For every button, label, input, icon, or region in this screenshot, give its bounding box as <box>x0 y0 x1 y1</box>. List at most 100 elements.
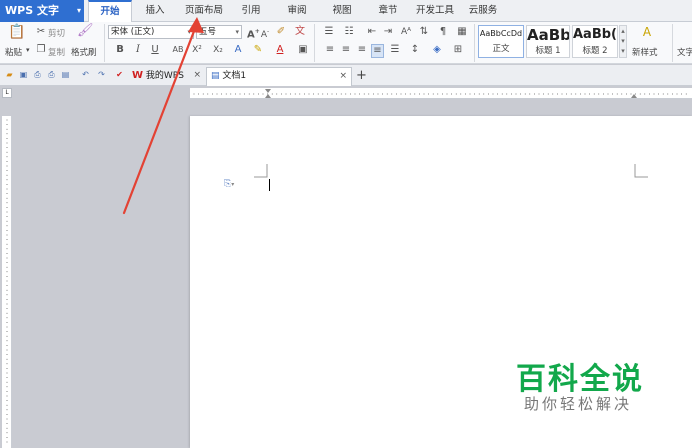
check-icon[interactable]: ✔ <box>114 69 125 80</box>
new-style-button[interactable]: 新样式 <box>632 46 658 58</box>
crop-mark-top-right <box>634 164 648 178</box>
app-menu-button[interactable]: WPS 文字 ▾ <box>0 0 84 22</box>
watermark-subtitle: 助你轻松解决 <box>524 395 633 413</box>
paste-icon[interactable]: 📋 <box>8 25 26 42</box>
underline-icon[interactable]: U <box>150 44 160 56</box>
tab-view[interactable]: 视图 <box>327 0 357 22</box>
export-pdf-icon[interactable]: ▤ <box>60 69 71 80</box>
vertical-ruler[interactable] <box>2 116 12 448</box>
close-icon[interactable]: × <box>339 68 347 85</box>
tab-cloud[interactable]: 云服务 <box>464 0 502 22</box>
chevron-down-icon: ▾ <box>187 28 191 36</box>
style-name: 正文 <box>492 44 510 54</box>
tab-insert[interactable]: 插入 <box>138 0 172 22</box>
highlight-icon[interactable]: ✎ <box>252 44 264 56</box>
style-heading-2[interactable]: AaBb( 标题 2 <box>572 25 618 58</box>
style-name: 标题 1 <box>535 46 561 56</box>
character-border-icon[interactable]: ▣ <box>297 44 309 56</box>
print-icon[interactable]: ⎙ <box>46 69 57 80</box>
undo-icon[interactable]: ↶ <box>80 69 91 80</box>
wps-logo-icon: W <box>132 70 144 81</box>
strikethrough-icon[interactable]: AB <box>170 44 186 56</box>
divider <box>314 24 315 62</box>
save-icon[interactable]: ▣ <box>18 69 29 80</box>
italic-icon[interactable]: I <box>133 44 143 56</box>
tab-developer[interactable]: 开发工具 <box>413 0 457 22</box>
new-tab-button[interactable]: + <box>356 67 367 84</box>
style-preview: AaBb( <box>573 27 617 42</box>
style-gallery-scroll[interactable]: ▴ ▾ ▾ <box>619 25 627 58</box>
paste-dropdown-icon[interactable]: ▾ <box>26 46 30 54</box>
tab-home[interactable]: 开始 <box>88 0 132 22</box>
scissors-icon[interactable]: ✂ <box>36 26 46 38</box>
close-icon[interactable]: × <box>193 67 201 84</box>
grow-font-icon[interactable]: A+ <box>247 26 260 41</box>
cut-button[interactable]: 剪切 <box>48 27 65 39</box>
divider <box>672 24 673 62</box>
subscript-icon[interactable]: X₂ <box>212 44 224 56</box>
style-name: 标题 2 <box>582 46 608 56</box>
font-size-value: 五号 <box>199 27 217 37</box>
font-color-icon[interactable]: A <box>274 44 286 56</box>
chevron-down-icon: ▾ <box>235 28 239 36</box>
divider <box>474 24 475 62</box>
style-heading-1[interactable]: AaBb 标题 1 <box>526 25 570 58</box>
open-folder-icon[interactable]: ▰ <box>4 69 15 80</box>
line-spacing-icon[interactable]: ↕ <box>408 44 422 56</box>
text-effect-icon[interactable]: A <box>232 44 244 56</box>
tab-references[interactable]: 引用 <box>236 0 266 22</box>
shading-icon[interactable]: ◈ <box>430 44 444 56</box>
align-center-icon[interactable]: ≡ <box>340 44 352 56</box>
distributed-align-icon[interactable]: ☰ <box>389 44 401 56</box>
justify-icon[interactable]: ≡ <box>371 44 384 58</box>
format-painter-button[interactable]: 格式刷 <box>71 46 97 58</box>
sort-icon[interactable]: ⇅ <box>418 26 430 38</box>
chevron-down-icon: ▾ <box>76 6 81 15</box>
paste-button[interactable]: 粘贴 <box>5 46 22 58</box>
style-preview: AaBb <box>527 26 569 44</box>
tab-label: 文档1 <box>222 71 247 81</box>
tab-review[interactable]: 审阅 <box>282 0 312 22</box>
text-cursor <box>269 179 270 191</box>
tab-sections[interactable]: 章节 <box>373 0 403 22</box>
align-right-icon[interactable]: ≡ <box>356 44 368 56</box>
decrease-indent-icon[interactable]: ⇤ <box>366 26 378 38</box>
style-normal[interactable]: AaBbCcDd 正文 <box>478 25 524 58</box>
clear-format-icon[interactable]: ✐ <box>276 26 286 38</box>
redo-icon[interactable]: ↷ <box>96 69 107 80</box>
numbered-list-icon[interactable]: ☷ <box>342 26 356 38</box>
borders-icon[interactable]: ⊞ <box>451 44 465 56</box>
increase-indent-icon[interactable]: ⇥ <box>382 26 394 38</box>
print-preview-icon[interactable]: ⎙ <box>32 69 43 80</box>
font-name-value: 宋体 (正文) <box>111 27 155 37</box>
show-marks-icon[interactable]: ¶ <box>437 26 449 38</box>
document-icon: ▤ <box>211 71 220 81</box>
ruler-toggle[interactable]: L <box>2 88 12 98</box>
shrink-font-icon[interactable]: A- <box>260 26 270 41</box>
horizontal-ruler[interactable] <box>190 88 692 99</box>
change-case-icon[interactable]: Aᴬ <box>398 26 414 38</box>
font-name-select[interactable]: 宋体 (正文) ▾ <box>108 25 194 39</box>
vertical-ruler-ticks <box>6 119 8 443</box>
paste-options-icon[interactable]: ⎘▾ <box>224 179 234 189</box>
style-preview: AaBbCcDd <box>479 29 523 38</box>
watermark-title: 百科全说 <box>516 362 644 397</box>
brush-icon[interactable]: 🖌 <box>77 24 94 41</box>
align-left-icon[interactable]: ≡ <box>324 44 336 56</box>
superscript-icon[interactable]: X² <box>191 44 203 56</box>
new-style-icon[interactable]: A <box>640 26 654 38</box>
text-tools-button[interactable]: 文字 <box>677 46 692 58</box>
phonetic-guide-icon[interactable]: 文 <box>294 26 306 38</box>
tab-my-wps[interactable]: W 我的WPS × <box>128 67 204 86</box>
table-icon[interactable]: ▦ <box>456 26 468 38</box>
divider <box>104 24 105 62</box>
copy-button[interactable]: 复制 <box>48 46 65 58</box>
app-title: WPS 文字 <box>5 4 59 17</box>
bold-icon[interactable]: B <box>115 44 125 56</box>
tab-label: 我的WPS <box>145 71 184 81</box>
copy-icon[interactable]: ❐ <box>36 44 46 56</box>
tab-document-1[interactable]: ▤ 文档1 × <box>206 67 352 86</box>
bullet-list-icon[interactable]: ☰ <box>322 26 336 38</box>
font-size-select[interactable]: 五号 ▾ <box>196 25 242 39</box>
tab-page-layout[interactable]: 页面布局 <box>180 0 228 22</box>
